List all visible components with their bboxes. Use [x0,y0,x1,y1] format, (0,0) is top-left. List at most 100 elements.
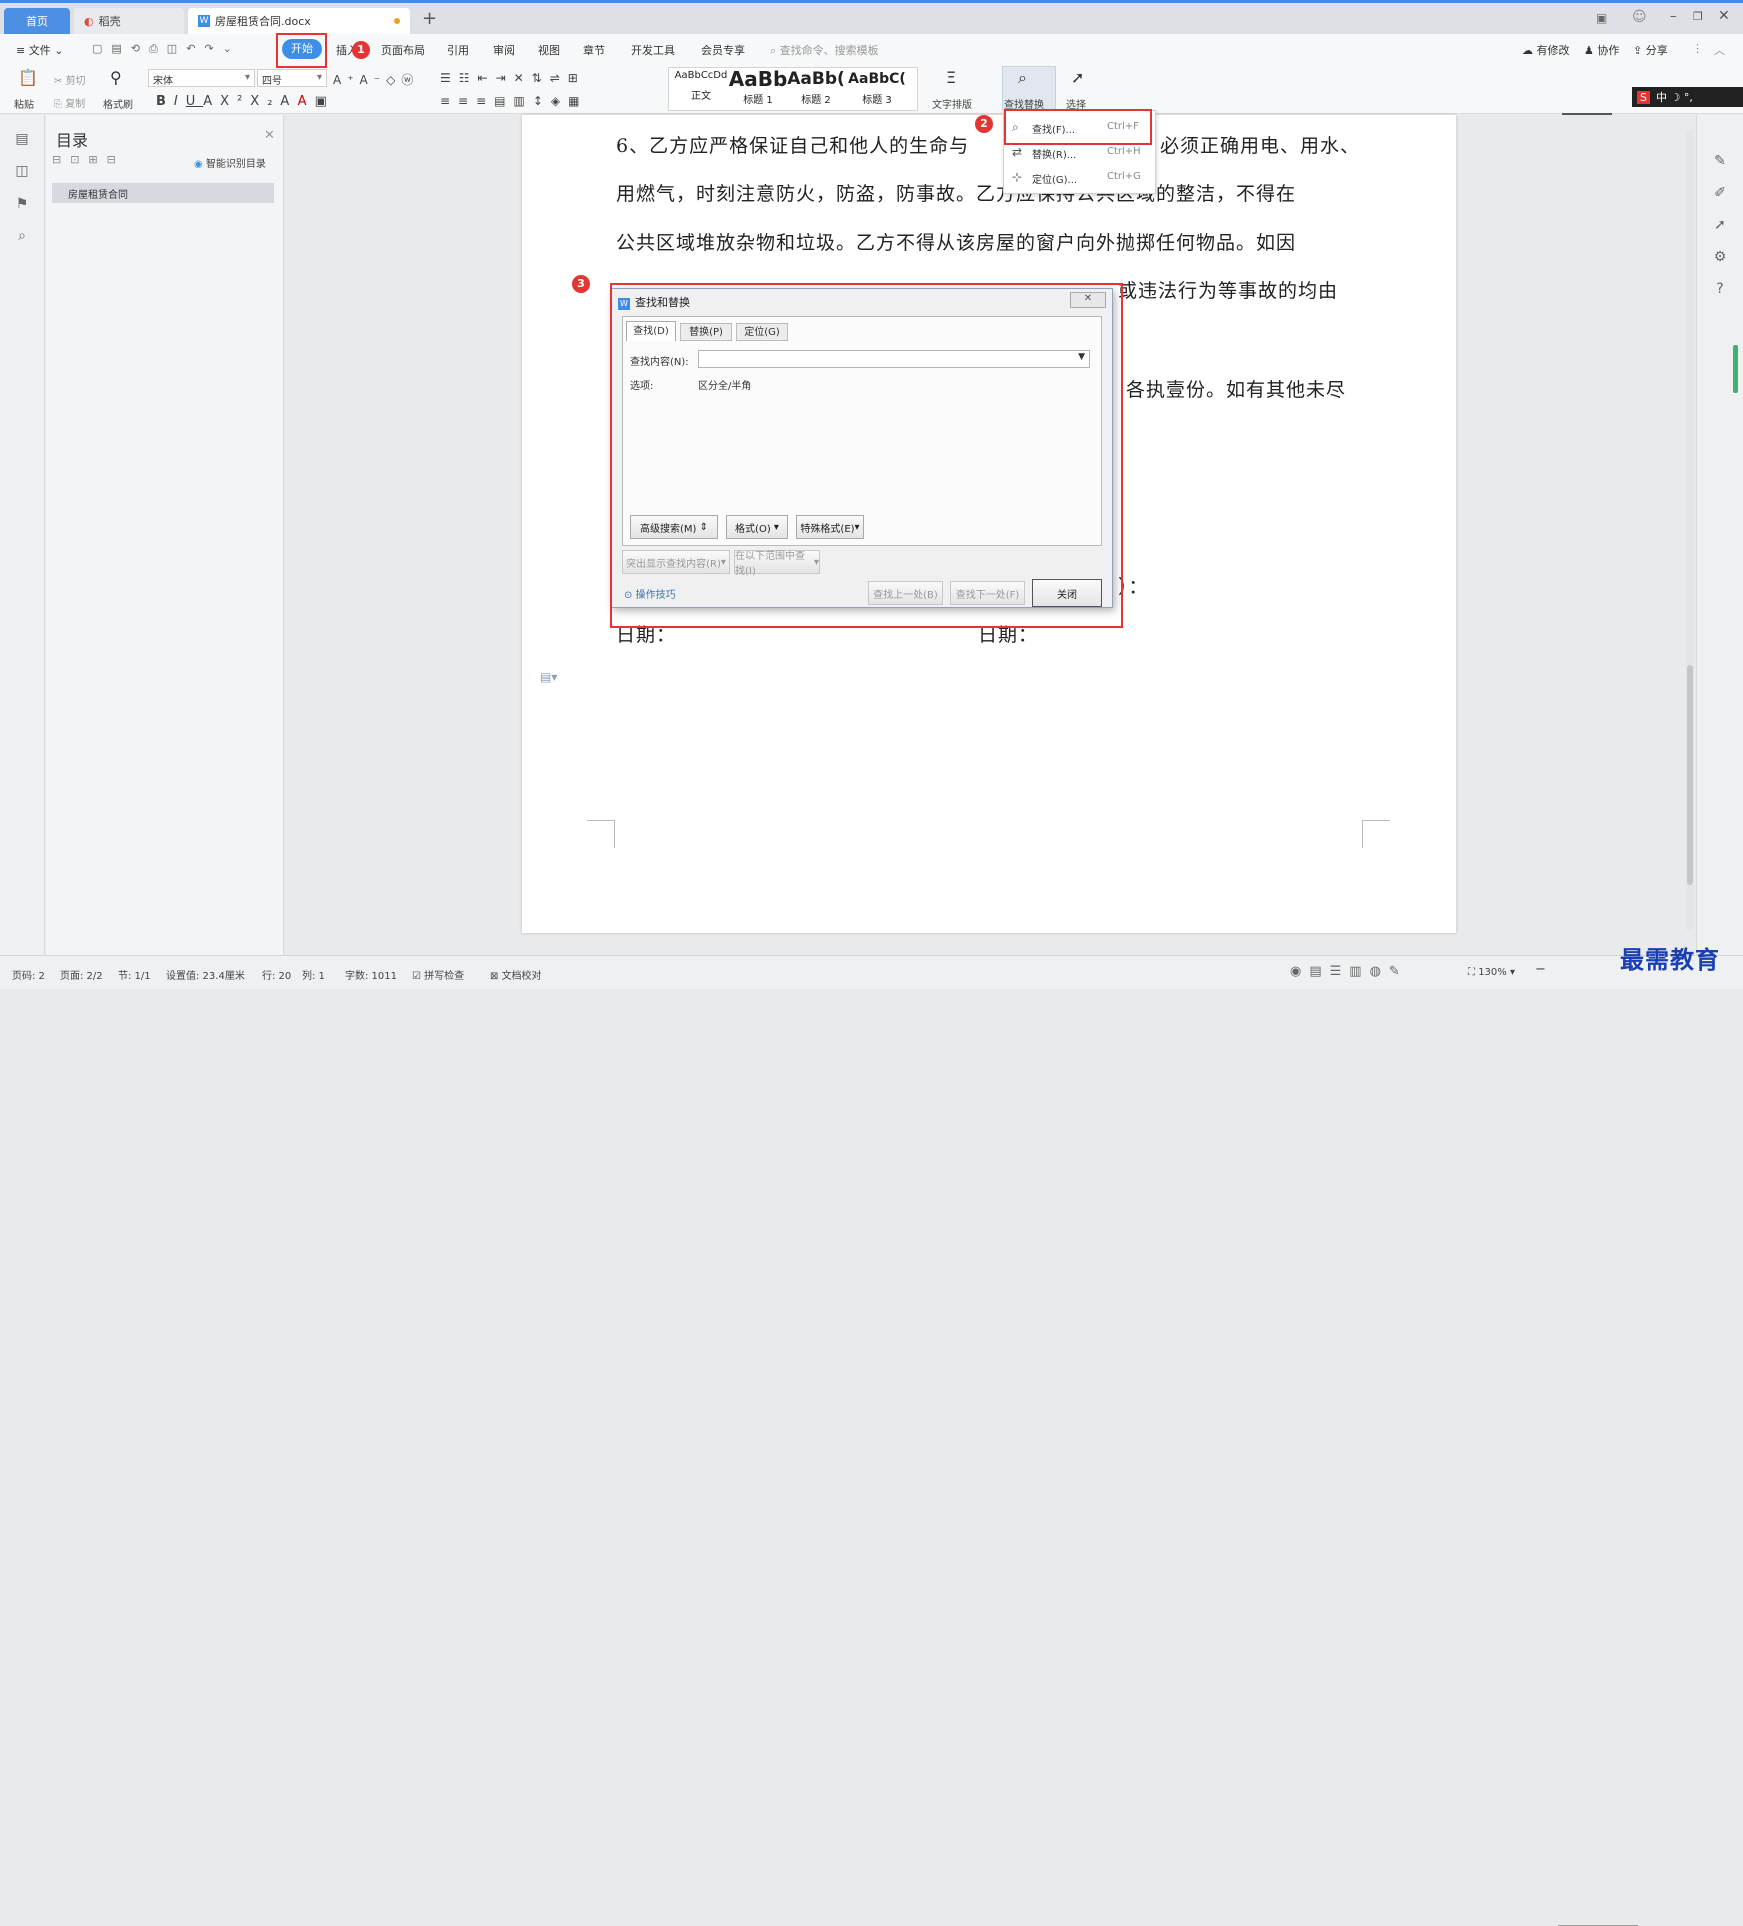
goto-icon: ⊹ [1012,170,1023,184]
tab-document[interactable]: W 房屋租赁合同.docx [188,8,410,34]
font-size-value: 四号 [262,76,282,87]
smart-toc-button[interactable]: ◉ 智能识别目录 [194,155,266,170]
menu-view[interactable]: 视图 [538,42,560,58]
doc-proof-button[interactable]: ⊠ 文档校对 [490,967,542,982]
font-size-select[interactable]: 四号 ▾ [257,69,327,87]
step-badge-3: 3 [572,275,590,293]
goto-menu-shortcut: Ctrl+G [1107,171,1141,182]
collapse-ribbon-icon[interactable]: ︿ [1714,42,1725,58]
navigation-icon[interactable]: ◫ [13,163,31,179]
menu-developer[interactable]: 开发工具 [631,42,675,58]
copy-label: 复制 [65,99,86,110]
paste-icon[interactable]: 📋 [18,68,38,87]
adjust-icon[interactable]: ⚙ [1711,249,1729,265]
menu-bar: ≡ 文件 ⌄ ▢▤⟲⎙◫↶↷⌄ 开始 插入 页面布局 引用 审阅 视图 章节 开… [0,34,1743,64]
command-search[interactable]: ⌕ 查找命令、搜索模板 [770,42,879,58]
menu-review[interactable]: 审阅 [493,42,515,58]
close-window-icon[interactable]: ✕ [1718,8,1730,24]
file-menu[interactable]: ≡ 文件 ⌄ [16,42,63,58]
font-format-tools[interactable]: BIUAX²X₂AA▣ [156,94,335,109]
cut-button[interactable]: ✂ 剪切 [54,72,86,87]
user-avatar-icon[interactable]: ☺ [1632,9,1647,25]
toc-item[interactable]: 房屋租赁合同 [52,183,274,203]
bookmark-icon[interactable]: ⚑ [13,196,31,212]
window-layout-icon[interactable]: ▣ [1596,11,1607,25]
toc-panel-icon[interactable]: ▤ [13,131,31,147]
quick-access-icons[interactable]: ▢▤⟲⎙◫↶↷⌄ [92,42,241,56]
doc-note-icon[interactable]: ▤▾ [540,670,557,684]
ime-toolbar[interactable]: S中 ☽ °, [1632,87,1743,107]
tab-home[interactable]: 首页 [4,8,70,34]
sogou-icon: S [1637,91,1650,104]
style-normal-label: 正文 [691,91,711,102]
highlight-dialog [610,283,1123,628]
toc-title: 目录 [56,131,89,150]
view-mode-icons[interactable]: ◉▤☰▥◍✎ [1290,964,1408,979]
copy-button[interactable]: ⎘ 复制 [54,95,85,110]
scrollbar-thumb[interactable] [1687,665,1693,885]
paragraph-tools-top[interactable]: ☰☷⇤⇥✕⇅⇌⊞ [440,71,586,85]
unsaved-dot-icon [394,18,400,24]
doc-line-3: 公共区域堆放杂物和垃圾。乙方不得从该房屋的窗户向外抛掷任何物品。如因 [616,232,1297,254]
spell-check-button[interactable]: ☑ 拼写检查 [412,967,464,982]
style-heading1[interactable]: AaBb 标题 1 [728,67,788,106]
replace-menu-label: 替换(R)... [1032,150,1077,161]
select-icon[interactable]: ➚ [1711,217,1729,233]
minimize-icon[interactable]: – [1670,9,1677,24]
text-layout-label[interactable]: 文字排版 [932,96,972,111]
menu-page-layout[interactable]: 页面布局 [381,42,425,58]
doc-line-1a: 6、乙方应严格保证自己和他人的生命与 [616,135,970,157]
select-cursor-icon[interactable]: ➚ [1071,68,1084,87]
margin-mark-right [1362,820,1390,848]
smart-icon: ◉ [194,159,203,170]
chevron-down-icon: ▾ [316,72,322,83]
close-toc-icon[interactable]: ✕ [264,128,275,143]
toc-expand-icons[interactable]: ⊟⊡⊞⊟ [52,153,125,166]
style-panel-icon[interactable]: ✎ [1711,153,1729,169]
modified-button[interactable]: ☁ 有修改 [1522,42,1570,58]
more-icon[interactable]: ⋮ [1692,42,1703,55]
zoom-out-icon[interactable]: − [1535,962,1546,977]
collaborate-button[interactable]: ♟ 协作 [1584,42,1619,58]
style-heading2-preview: AaBb( [787,69,845,89]
tab-document-label: 房屋租赁合同.docx [215,15,311,28]
text-layout-icon[interactable]: Ξ [946,68,956,87]
new-tab-button[interactable]: + [422,8,437,29]
style-normal[interactable]: AaBbCcDd 正文 [671,70,731,102]
edit-icon[interactable]: ✐ [1711,185,1729,201]
share-button[interactable]: ⇪ 分享 [1633,42,1668,58]
paragraph-tools-bottom[interactable]: ≡≡≡▤▥↕◈▦ [440,94,587,108]
cut-label: 剪切 [65,76,86,87]
tab-daoke-label: 稻壳 [98,15,121,28]
search-icon: ⌕ [770,44,777,57]
goto-menu-label: 定位(G)... [1032,175,1078,186]
status-page-number: 页码: 2 [12,971,45,982]
format-painter-label[interactable]: 格式刷 [103,96,133,111]
menu-chapter[interactable]: 章节 [583,42,605,58]
style-heading2-label: 标题 2 [801,95,831,106]
goto-menu-item[interactable]: ⊹ 定位(G)... Ctrl+G [1004,165,1155,189]
format-painter-icon[interactable]: ⚲ [110,68,122,87]
font-family-select[interactable]: 宋体 ▾ [148,69,255,87]
paste-label[interactable]: 粘贴 [14,96,34,111]
help-icon[interactable]: ? [1711,281,1729,297]
command-search-placeholder: 查找命令、搜索模板 [779,44,879,57]
restore-icon[interactable]: ❐ [1693,10,1703,23]
zoom-value: 130% [1478,967,1507,978]
doc-line-1b: 必须正确用电、用水、 [1160,135,1361,157]
menu-member[interactable]: 会员专享 [701,42,745,58]
search-panel-icon[interactable]: ⌕ [13,228,31,244]
style-heading2[interactable]: AaBb( 标题 2 [786,69,846,106]
tab-bar: 首页 ◐ 稻壳 W 房屋租赁合同.docx + ▣ ☺ – ❐ ✕ [0,0,1743,34]
status-word-count[interactable]: 字数: 1011 [345,967,397,982]
doc-line-4: 或违法行为等事故的均由 [1118,280,1339,302]
tab-daoke[interactable]: ◐ 稻壳 [74,8,184,34]
menu-references[interactable]: 引用 [447,42,469,58]
step-badge-2: 2 [975,115,993,133]
font-size-tools[interactable]: A⁺A⁻◇ⓦ [333,71,419,88]
daoke-icon: ◐ [84,14,94,28]
zoom-level[interactable]: ⛶ 130% ▾ [1468,967,1515,978]
modified-label: 有修改 [1536,44,1570,57]
style-normal-preview: AaBbCcDd [674,70,728,81]
style-heading3[interactable]: AaBbC(标题 3 [844,71,910,106]
